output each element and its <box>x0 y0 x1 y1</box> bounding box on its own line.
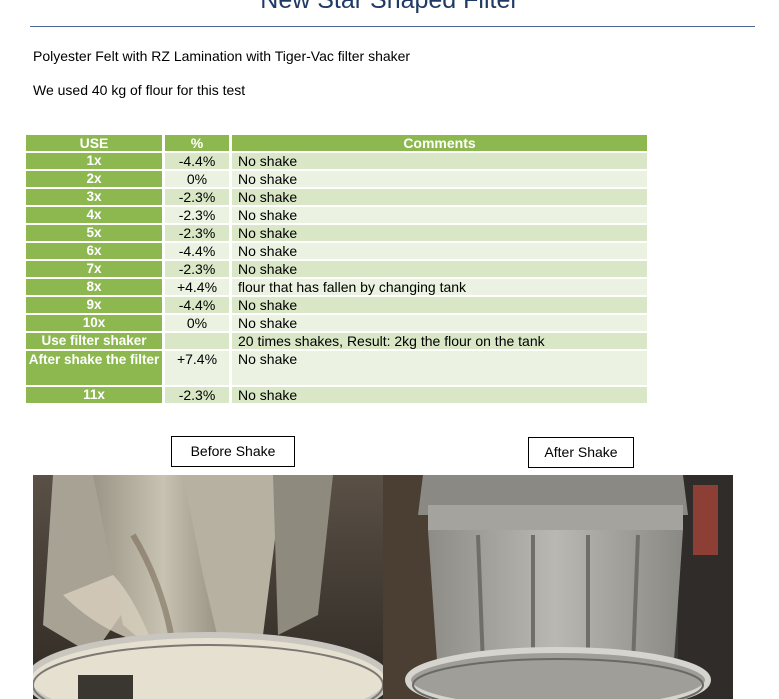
title-underline <box>30 26 755 27</box>
percent-cell: -2.3% <box>165 207 232 223</box>
table-row: 6x -4.4% No shake <box>26 243 647 259</box>
header-use: USE <box>26 135 165 151</box>
percent-cell: -4.4% <box>165 153 232 169</box>
comment-cell: 20 times shakes, Result: 2kg the flour o… <box>232 333 647 349</box>
before-shake-label: Before Shake <box>171 436 295 467</box>
table-row: 11x -2.3% No shake <box>26 387 647 403</box>
header-percent: % <box>165 135 232 151</box>
intro-material: Polyester Felt with RZ Lamination with T… <box>33 48 411 64</box>
use-cell: Use filter shaker <box>26 333 165 349</box>
table-row: Use filter shaker 20 times shakes, Resul… <box>26 333 647 349</box>
percent-cell: 0% <box>165 315 232 331</box>
comment-cell: flour that has fallen by changing tank <box>232 279 647 295</box>
comment-cell: No shake <box>232 243 647 259</box>
table-row: 1x -4.4% No shake <box>26 153 647 169</box>
use-cell: 4x <box>26 207 165 223</box>
use-cell: 9x <box>26 297 165 313</box>
comment-cell: No shake <box>232 171 647 187</box>
use-cell: After shake the filter <box>26 351 165 385</box>
percent-cell: -2.3% <box>165 225 232 241</box>
use-cell: 7x <box>26 261 165 277</box>
use-cell: 3x <box>26 189 165 205</box>
percent-cell: -2.3% <box>165 189 232 205</box>
comment-cell: No shake <box>232 351 647 385</box>
percent-cell: -2.3% <box>165 261 232 277</box>
table-row: 10x 0% No shake <box>26 315 647 331</box>
use-cell: 11x <box>26 387 165 403</box>
intro-flour-amount: We used 40 kg of flour for this test <box>33 82 246 98</box>
after-shake-label: After Shake <box>528 437 634 468</box>
table-row: 7x -2.3% No shake <box>26 261 647 277</box>
comment-cell: No shake <box>232 189 647 205</box>
table-row: 5x -2.3% No shake <box>26 225 647 241</box>
use-cell: 1x <box>26 153 165 169</box>
use-cell: 10x <box>26 315 165 331</box>
document-title: New Star Shaped Filter <box>260 0 519 14</box>
percent-cell <box>165 333 232 349</box>
table-header-row: USE % Comments <box>26 135 647 151</box>
use-cell: 2x <box>26 171 165 187</box>
comment-cell: No shake <box>232 261 647 277</box>
comment-cell: No shake <box>232 387 647 403</box>
percent-cell: +7.4% <box>165 351 232 385</box>
before-shake-photo <box>33 475 383 699</box>
comment-cell: No shake <box>232 207 647 223</box>
comment-cell: No shake <box>232 153 647 169</box>
percent-cell: -2.3% <box>165 387 232 403</box>
comment-cell: No shake <box>232 315 647 331</box>
percent-cell: -4.4% <box>165 297 232 313</box>
header-comments: Comments <box>232 135 647 151</box>
after-shake-photo <box>383 475 733 699</box>
comment-cell: No shake <box>232 297 647 313</box>
table-row: 3x -2.3% No shake <box>26 189 647 205</box>
table-row: 4x -2.3% No shake <box>26 207 647 223</box>
percent-cell: -4.4% <box>165 243 232 259</box>
use-cell: 5x <box>26 225 165 241</box>
table-row: 9x -4.4% No shake <box>26 297 647 313</box>
table-row: 8x +4.4% flour that has fallen by changi… <box>26 279 647 295</box>
table-row: After shake the filter +7.4% No shake <box>26 351 647 385</box>
results-table: USE % Comments 1x -4.4% No shake 2x 0% N… <box>26 133 647 405</box>
use-cell: 6x <box>26 243 165 259</box>
use-cell: 8x <box>26 279 165 295</box>
table-row: 2x 0% No shake <box>26 171 647 187</box>
comment-cell: No shake <box>232 225 647 241</box>
percent-cell: +4.4% <box>165 279 232 295</box>
percent-cell: 0% <box>165 171 232 187</box>
